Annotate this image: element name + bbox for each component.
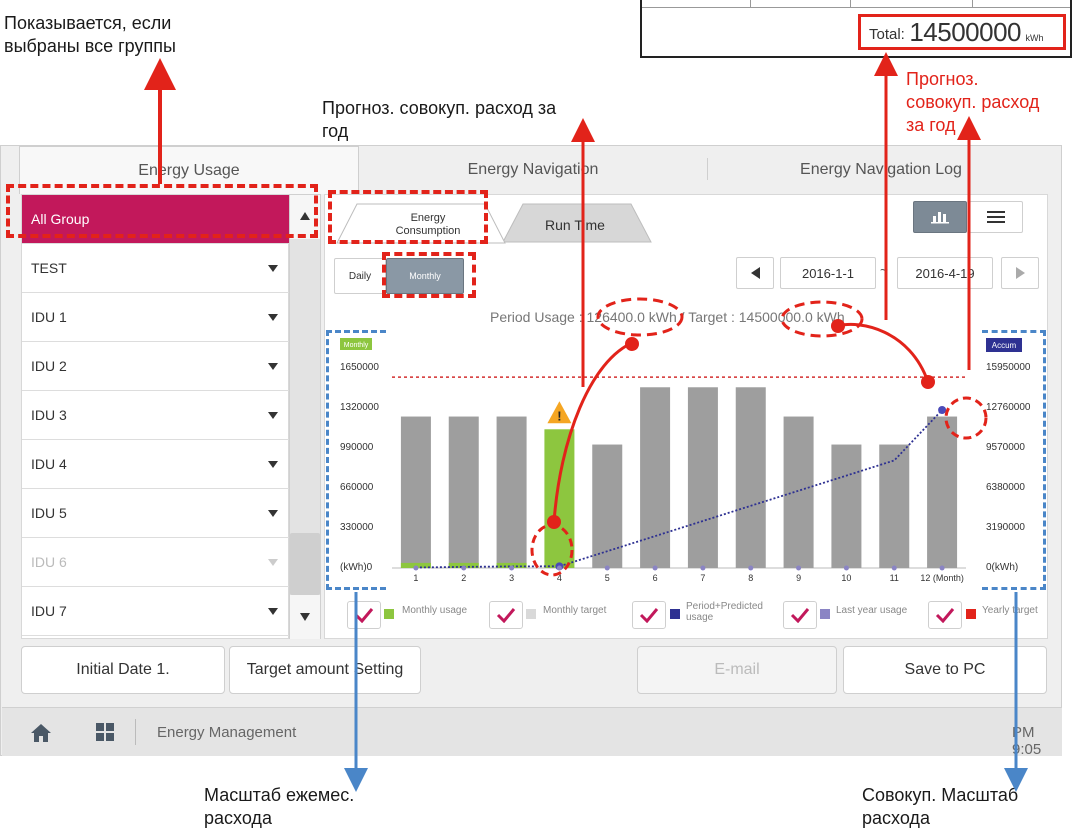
annotation-arrows	[144, 52, 1028, 792]
